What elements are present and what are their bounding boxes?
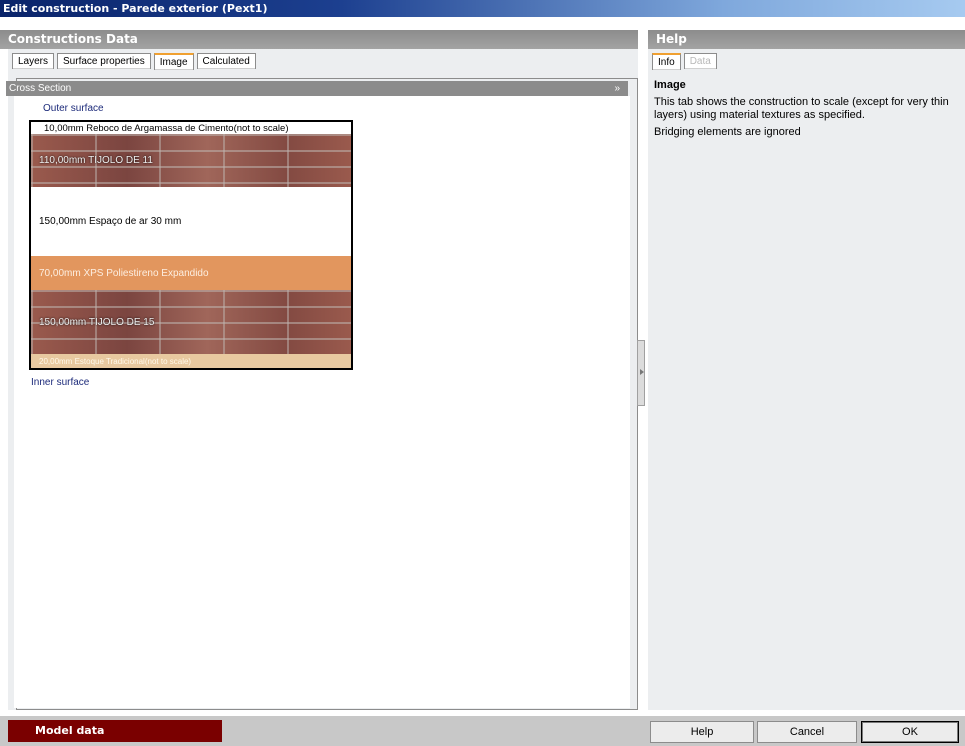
help-content: Image This tab shows the construction to… xyxy=(648,76,965,146)
model-data-button[interactable]: Model data xyxy=(8,720,222,742)
help-button[interactable]: Help xyxy=(650,721,754,743)
help-paragraph: This tab shows the construction to scale… xyxy=(654,96,949,121)
layer-label: 150,00mm TIJOLO DE 15 xyxy=(39,316,155,328)
panel-splitter[interactable] xyxy=(637,340,645,406)
cancel-button[interactable]: Cancel xyxy=(757,721,857,743)
layer-render: 110,00mm TIJOLO DE 11 xyxy=(31,134,351,187)
expand-arrow-icon[interactable] xyxy=(640,369,644,375)
layer-label: 150,00mm Espaço de ar 30 mm xyxy=(39,216,182,227)
tab-data: Data xyxy=(683,53,717,69)
window-title: Edit construction - Parede exterior (Pex… xyxy=(0,0,965,17)
tab-surface-properties[interactable]: Surface properties xyxy=(57,53,151,69)
inner-surface-label: Inner surface xyxy=(31,377,90,388)
layer-render: 150,00mm Espaço de ar 30 mm xyxy=(31,187,351,256)
cross-section-title: Cross Section xyxy=(9,83,72,94)
layer-label: 110,00mm TIJOLO DE 11 xyxy=(39,155,153,166)
layer-render: 150,00mm TIJOLO DE 15 xyxy=(31,290,351,354)
help-panel: Help Info Data Image This tab shows the … xyxy=(648,30,965,710)
layer-render: 70,00mm XPS Poliestireno Expandido xyxy=(31,256,351,290)
tab-bar: Layers Surface properties Image Calculat… xyxy=(8,49,638,70)
layer-label: 10,00mm Reboco de Argamassa de Cimento(n… xyxy=(44,122,289,134)
layer-render: 20,00mm Estoque Tradicional(not to scale… xyxy=(31,354,351,368)
outer-surface-label: Outer surface xyxy=(43,103,104,114)
tab-calculated[interactable]: Calculated xyxy=(196,53,256,69)
help-tab-bar: Info Data xyxy=(648,49,965,70)
layer-label: 70,00mm XPS Poliestireno Expandido xyxy=(39,267,209,279)
cross-section-image: 10,00mm Reboco de Argamassa de Cimento(n… xyxy=(29,120,353,370)
cross-section-header[interactable]: Cross Section » xyxy=(6,81,628,96)
help-title: Image xyxy=(654,79,686,91)
tab-info[interactable]: Info xyxy=(652,53,681,70)
panel-title: Constructions Data xyxy=(0,30,638,49)
tab-layers[interactable]: Layers xyxy=(12,53,55,69)
tab-image[interactable]: Image xyxy=(153,53,194,70)
help-paragraph: Bridging elements are ignored xyxy=(654,126,801,138)
ok-button[interactable]: OK xyxy=(861,721,959,743)
collapse-chevron-icon[interactable]: » xyxy=(614,81,620,96)
layer-render: 10,00mm Reboco de Argamassa de Cimento(n… xyxy=(31,122,351,134)
help-panel-title: Help xyxy=(648,30,965,49)
layer-label: 20,00mm Estoque Tradicional(not to scale… xyxy=(39,356,192,366)
